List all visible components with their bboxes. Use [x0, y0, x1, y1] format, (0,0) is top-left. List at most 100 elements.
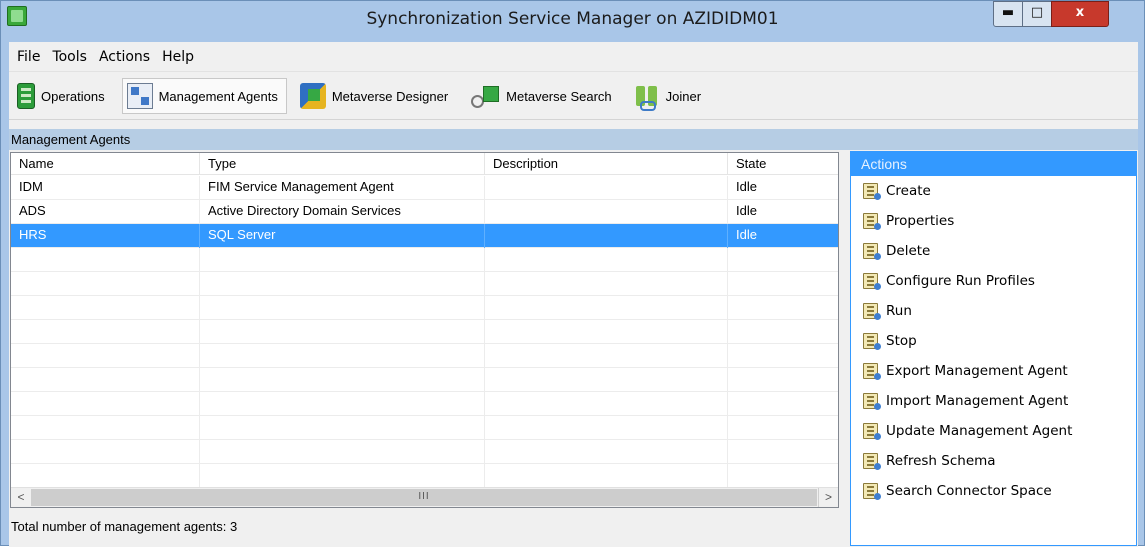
action-task-icon	[863, 333, 881, 350]
title-bar[interactable]: Synchronization Service Manager on AZIDI…	[1, 1, 1144, 41]
cell-type	[200, 392, 485, 416]
action-task-icon	[863, 453, 881, 470]
action-label: Import Management Agent	[886, 393, 1069, 409]
cell-description	[485, 272, 728, 296]
cell-type	[200, 344, 485, 368]
menu-tools[interactable]: Tools	[46, 49, 93, 65]
action-import-management-agent[interactable]: Import Management Agent	[851, 386, 1136, 416]
action-task-icon	[863, 243, 881, 260]
cell-description	[485, 176, 728, 200]
cell-state	[728, 440, 838, 464]
empty-table-row[interactable]	[11, 320, 838, 344]
cell-name	[11, 416, 200, 440]
column-header-state[interactable]: State	[728, 153, 838, 175]
cell-description	[485, 368, 728, 392]
empty-table-row[interactable]	[11, 248, 838, 272]
table-row[interactable]: HRS SQL Server Idle	[11, 224, 838, 248]
cell-description	[485, 248, 728, 272]
management-agents-label: Management Agents	[158, 88, 278, 104]
table-row[interactable]: IDM FIM Service Management Agent Idle	[11, 176, 838, 200]
management-agents-icon	[126, 83, 153, 109]
cell-name	[11, 344, 200, 368]
cell-state	[728, 248, 838, 272]
action-task-icon	[863, 183, 881, 200]
action-update-management-agent[interactable]: Update Management Agent	[851, 416, 1136, 446]
cell-type: Active Directory Domain Services	[200, 200, 485, 224]
cell-state	[728, 272, 838, 296]
action-properties[interactable]: Properties	[851, 206, 1136, 236]
menu-actions[interactable]: Actions	[93, 49, 156, 65]
table-row[interactable]: ADS Active Directory Domain Services Idle	[11, 200, 838, 224]
empty-table-row[interactable]	[11, 368, 838, 392]
cell-state: Idle	[736, 227, 757, 242]
empty-table-row[interactable]	[11, 392, 838, 416]
scroll-right-icon[interactable]: >	[818, 488, 838, 507]
action-refresh-schema[interactable]: Refresh Schema	[851, 446, 1136, 476]
cell-state	[728, 368, 838, 392]
cell-state	[728, 416, 838, 440]
menu-file[interactable]: File	[11, 49, 46, 65]
column-header-name[interactable]: Name	[11, 153, 200, 175]
column-header-description[interactable]: Description	[485, 153, 728, 175]
cell-type	[200, 464, 485, 488]
action-label: Export Management Agent	[886, 363, 1068, 379]
metaverse-search-button[interactable]: Metaverse Search	[465, 78, 621, 114]
actions-title: Actions	[851, 152, 1136, 176]
action-run[interactable]: Run	[851, 296, 1136, 326]
cell-name: ADS	[11, 200, 200, 224]
menu-help[interactable]: Help	[156, 49, 200, 65]
management-agents-grid[interactable]: Name Type Description State IDM FIM Servi…	[10, 152, 839, 508]
action-search-connector-space[interactable]: Search Connector Space	[851, 476, 1136, 506]
operations-button[interactable]: Operations	[12, 78, 114, 114]
action-label: Create	[886, 183, 931, 199]
cell-name	[11, 440, 200, 464]
actions-list: Create Properties Delete Configure Run Prof…	[851, 176, 1136, 506]
action-create[interactable]: Create	[851, 176, 1136, 206]
action-configure-run-profiles[interactable]: Configure Run Profiles	[851, 266, 1136, 296]
cell-description	[485, 296, 728, 320]
horizontal-scrollbar[interactable]: < III >	[11, 487, 838, 507]
cell-state: Idle	[736, 203, 757, 218]
action-delete[interactable]: Delete	[851, 236, 1136, 266]
cell-type: SQL Server	[200, 224, 485, 248]
action-label: Properties	[886, 213, 955, 229]
cell-name	[11, 296, 200, 320]
cell-description	[485, 320, 728, 344]
scroll-left-icon[interactable]: <	[11, 488, 31, 507]
window-title: Synchronization Service Manager on AZIDI…	[366, 9, 779, 29]
cell-name: HRS	[11, 224, 200, 248]
metaverse-designer-button[interactable]: Metaverse Designer	[295, 78, 457, 114]
empty-table-row[interactable]	[11, 464, 838, 488]
empty-table-row[interactable]	[11, 272, 838, 296]
cell-description	[485, 200, 728, 224]
empty-table-row[interactable]	[11, 296, 838, 320]
column-header-type[interactable]: Type	[200, 153, 485, 175]
action-label: Run	[886, 303, 912, 319]
cell-name	[11, 272, 200, 296]
cell-description	[485, 464, 728, 488]
cell-description	[485, 440, 728, 464]
operations-label: Operations	[41, 88, 105, 104]
maximize-button[interactable]: □	[1022, 1, 1052, 27]
action-label: Refresh Schema	[886, 453, 996, 469]
action-task-icon	[863, 483, 881, 500]
action-label: Configure Run Profiles	[886, 273, 1035, 289]
action-task-icon	[863, 423, 881, 440]
empty-table-row[interactable]	[11, 416, 838, 440]
action-label: Stop	[886, 333, 917, 349]
minimize-button[interactable]: ▬	[993, 1, 1023, 27]
empty-table-row[interactable]	[11, 440, 838, 464]
empty-table-row[interactable]	[11, 344, 838, 368]
joiner-button[interactable]: Joiner	[629, 78, 710, 114]
cell-state	[728, 464, 838, 488]
management-agents-button[interactable]: Management Agents	[121, 78, 287, 114]
cell-description	[485, 344, 728, 368]
scroll-thumb[interactable]: III	[31, 489, 817, 506]
close-button[interactable]: x	[1051, 1, 1109, 27]
cell-type	[200, 440, 485, 464]
cell-state	[728, 392, 838, 416]
section-header: Management Agents	[9, 129, 1138, 150]
action-stop[interactable]: Stop	[851, 326, 1136, 356]
action-export-management-agent[interactable]: Export Management Agent	[851, 356, 1136, 386]
cell-type	[200, 368, 485, 392]
